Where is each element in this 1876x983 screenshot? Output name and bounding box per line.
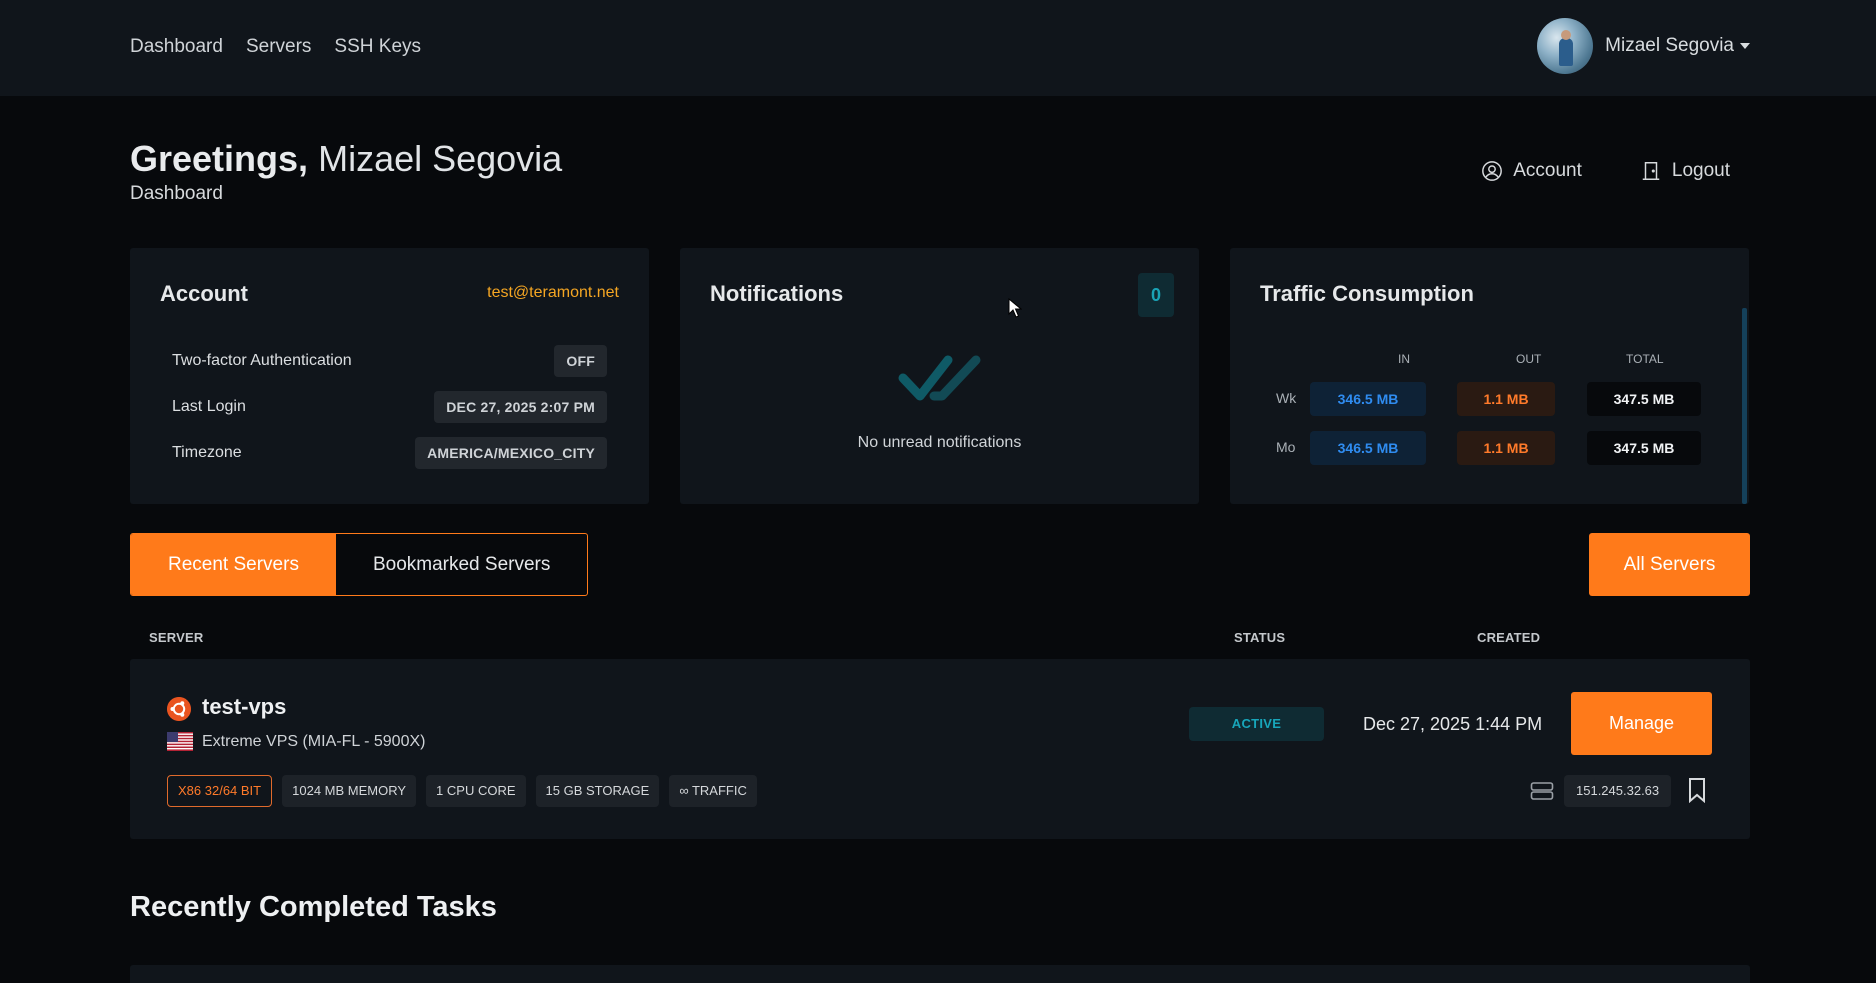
account-card-title: Account [160, 281, 248, 306]
spec-architecture: X86 32/64 BIT [167, 775, 273, 807]
spec-cpu: 1 CPU CORE [426, 775, 526, 807]
tab-bookmarked-servers[interactable]: Bookmarked Servers [336, 534, 587, 595]
spec-traffic: ∞ TRAFFIC [669, 775, 757, 807]
nav-links: Dashboard Servers SSH Keys [130, 36, 421, 58]
door-icon [1642, 162, 1660, 180]
account-button-label: Account [1513, 160, 1582, 181]
traffic-week-total: 347.5 MB [1587, 382, 1701, 416]
server-name-link[interactable]: test-vps [202, 694, 286, 720]
traffic-col-out: OUT [1516, 352, 1542, 366]
account-row-2fa: Two-factor Authentication OFF [172, 343, 607, 379]
traffic-week-in: 346.5 MB [1310, 382, 1426, 416]
user-name: Mizael Segovia [1605, 35, 1734, 56]
ubuntu-icon [167, 697, 191, 721]
greeting-name: Mizael Segovia [318, 138, 563, 179]
two-factor-status-badge: OFF [554, 345, 607, 377]
column-header-status: STATUS [1234, 630, 1286, 645]
traffic-scrollbar[interactable] [1742, 308, 1747, 504]
page-title: Greetings, Mizael Segovia [130, 138, 562, 180]
bookmark-icon[interactable] [1686, 777, 1708, 803]
ip-address-badge[interactable]: 151.245.32.63 [1564, 775, 1672, 807]
created-date: Dec 27, 2025 1:44 PM [1363, 714, 1543, 734]
traffic-card-title: Traffic Consumption [1260, 281, 1474, 306]
manage-button[interactable]: Manage [1571, 692, 1712, 755]
traffic-col-total: TOTAL [1626, 352, 1664, 366]
user-menu-toggle[interactable]: Mizael Segovia [1537, 18, 1750, 74]
status-badge: ACTIVE [1189, 707, 1324, 741]
account-button[interactable]: Account [1481, 160, 1582, 182]
header-actions: Account Logout [1481, 160, 1730, 182]
server-stack-icon [1530, 782, 1554, 800]
nav-link-ssh-keys[interactable]: SSH Keys [334, 36, 421, 58]
no-notifications-text: No unread notifications [857, 434, 1022, 451]
recent-tasks-title: Recently Completed Tasks [130, 891, 497, 923]
us-flag-icon [167, 732, 193, 751]
account-row-timezone: Timezone AMERICA/MEXICO_CITY [172, 435, 607, 471]
spec-memory: 1024 MB MEMORY [282, 775, 417, 807]
recent-tasks-panel [130, 965, 1750, 983]
server-plan: Extreme VPS (MIA-FL - 5900X) [202, 733, 426, 750]
traffic-col-in: IN [1398, 352, 1410, 366]
nav-link-servers[interactable]: Servers [246, 36, 311, 58]
account-card: Account test@teramont.net Two-factor Aut… [130, 248, 649, 504]
timezone-badge: AMERICA/MEXICO_CITY [415, 437, 607, 469]
server-tabs: Recent Servers Bookmarked Servers [130, 533, 589, 596]
traffic-month-total: 347.5 MB [1587, 431, 1701, 465]
traffic-week-out: 1.1 MB [1457, 382, 1555, 416]
user-circle-icon [1482, 161, 1503, 181]
notification-count-badge: 0 [1138, 273, 1174, 317]
notifications-card-title: Notifications [710, 281, 844, 306]
nav-link-dashboard[interactable]: Dashboard [130, 36, 223, 58]
traffic-row-week-label: Wk [1276, 390, 1297, 406]
last-login-badge: DEC 27, 2025 2:07 PM [434, 391, 607, 423]
account-email: test@teramont.net [487, 284, 619, 301]
traffic-row-month-label: Mo [1276, 439, 1296, 455]
traffic-month-out: 1.1 MB [1457, 431, 1555, 465]
notifications-card: Notifications 0 No unread notifications [680, 248, 1199, 504]
tab-recent-servers[interactable]: Recent Servers [131, 534, 336, 595]
account-row-label: Two-factor Authentication [172, 352, 352, 369]
page-subtitle: Dashboard [130, 183, 223, 204]
all-servers-button[interactable]: All Servers [1589, 533, 1750, 596]
traffic-month-in: 346.5 MB [1310, 431, 1426, 465]
account-row-label: Last Login [172, 398, 246, 415]
account-row-last-login: Last Login DEC 27, 2025 2:07 PM [172, 389, 607, 425]
spec-storage: 15 GB STORAGE [535, 775, 660, 807]
account-row-label: Timezone [172, 444, 242, 461]
double-check-icon [898, 355, 981, 401]
column-header-created: CREATED [1477, 630, 1541, 645]
traffic-card: Traffic Consumption IN OUT TOTAL Wk 346.… [1230, 248, 1749, 504]
mouse-cursor-icon [1008, 298, 1022, 318]
logout-button-label: Logout [1671, 160, 1730, 181]
server-specs: X86 32/64 BIT 1024 MB MEMORY 1 CPU CORE … [167, 775, 757, 807]
caret-down-icon [1740, 43, 1750, 49]
top-navbar: Dashboard Servers SSH Keys Mizael Segovi… [0, 0, 1876, 96]
logout-button[interactable]: Logout [1640, 160, 1730, 182]
column-header-server: SERVER [149, 630, 204, 645]
greeting-label: Greetings, [130, 138, 309, 179]
table-row: test-vps Extreme VPS (MIA-FL - 5900X) X8… [130, 659, 1750, 839]
avatar [1537, 18, 1594, 74]
